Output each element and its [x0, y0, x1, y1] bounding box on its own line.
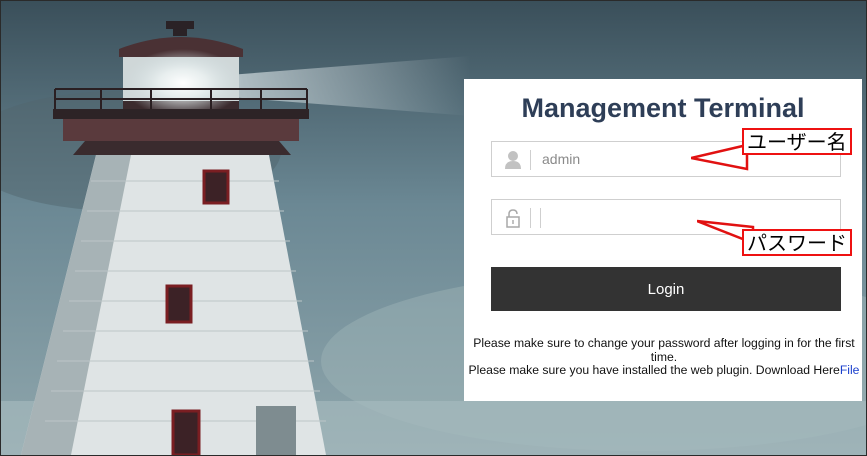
plugin-download-link[interactable]: File	[840, 363, 860, 377]
note-plugin-text: Please make sure you have installed the …	[468, 363, 840, 377]
note-change-password: Please make sure to change your password…	[473, 336, 855, 364]
login-notes: Please make sure to change your password…	[466, 336, 862, 378]
lock-icon	[506, 209, 520, 228]
password-callout-label: パスワード	[742, 229, 852, 256]
text-cursor	[540, 208, 541, 228]
login-button[interactable]: Login	[491, 267, 841, 311]
note-plugin: Please make sure you have installed the …	[466, 363, 862, 378]
password-input[interactable]	[542, 206, 822, 228]
username-callout-label: ユーザー名	[742, 128, 852, 155]
field-divider	[530, 208, 531, 228]
field-divider	[530, 150, 531, 170]
login-screen: Management Terminal Login Please make su…	[0, 0, 867, 456]
user-icon	[505, 151, 521, 169]
page-title: Management Terminal	[521, 93, 805, 123]
